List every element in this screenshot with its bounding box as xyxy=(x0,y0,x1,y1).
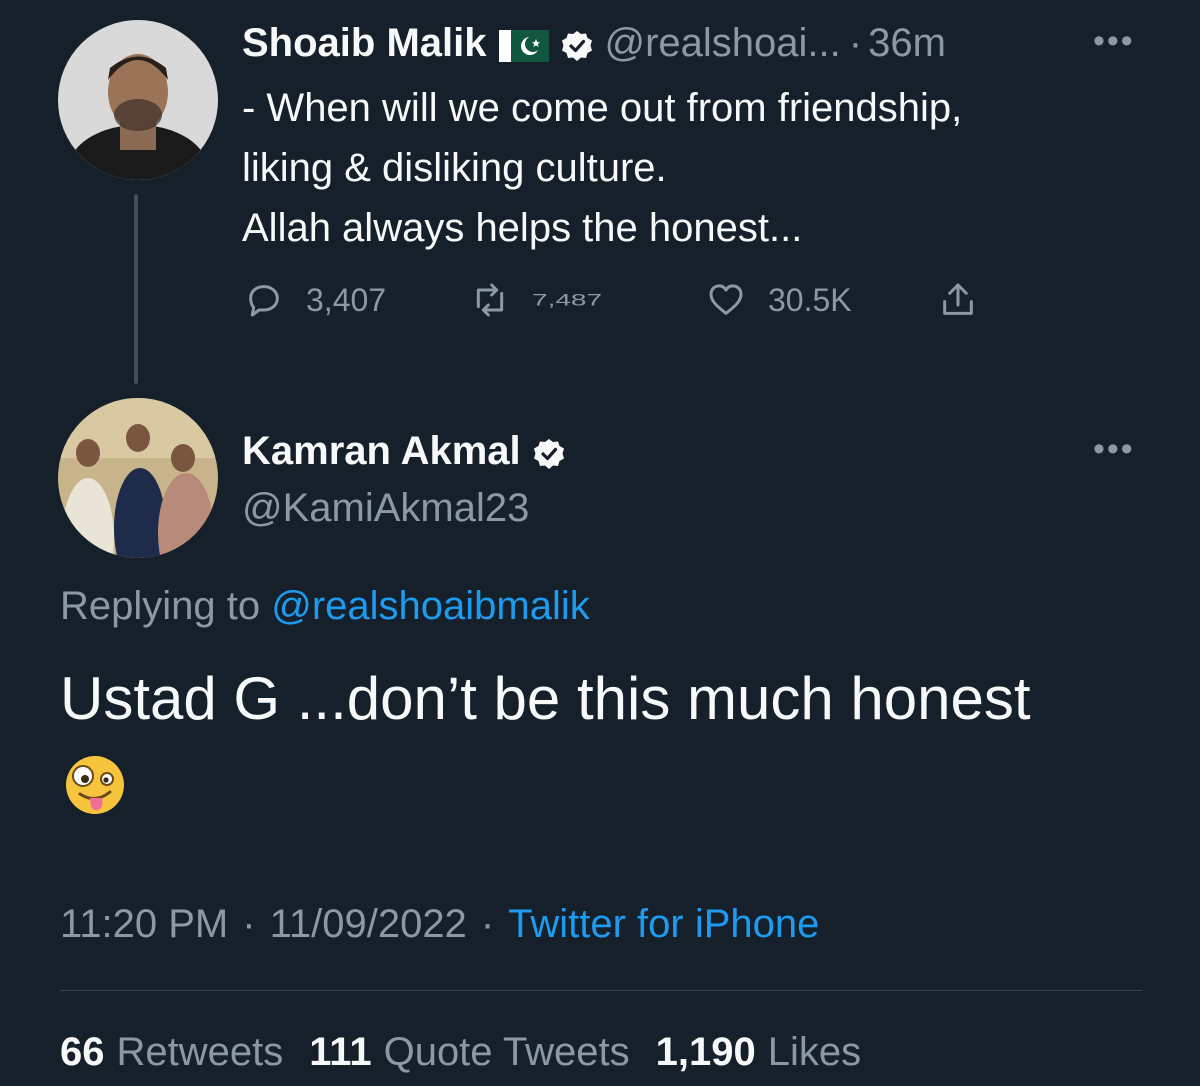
replying-handle-link[interactable]: @realshoaibmalik xyxy=(271,584,590,628)
meta-dot: · xyxy=(242,902,256,946)
tweet-date[interactable]: 11/09/2022 xyxy=(270,902,467,947)
tweet-line: Allah always helps the honest... xyxy=(242,206,803,250)
replying-to: Replying to @realshoaibmalik xyxy=(60,584,590,629)
retweet-count: 7,487 xyxy=(532,290,603,309)
shoaib-avatar[interactable] xyxy=(58,20,218,180)
tweet-timestamp[interactable]: 11:20 PM xyxy=(60,902,228,947)
reply-tweet-text: Ustad G ...don’t be this much honest xyxy=(60,665,1031,732)
retweet-icon xyxy=(476,283,504,317)
verified-badge-icon xyxy=(561,27,593,61)
reply-more-icon[interactable]: ••• xyxy=(1093,430,1135,469)
tweet-line: - When will we come out from friendship, xyxy=(242,86,963,130)
original-tweet-text: - When will we come out from friendship,… xyxy=(242,78,962,258)
reply-author-handle[interactable]: @KamiAkmal23 xyxy=(242,486,529,531)
pakistan-flag-icon xyxy=(498,27,549,62)
stats-divider xyxy=(60,990,1142,991)
verified-badge-icon xyxy=(533,435,565,469)
thread-line xyxy=(134,194,138,384)
retweets-count[interactable]: 66 xyxy=(60,1030,105,1075)
share-action[interactable] xyxy=(938,280,978,320)
heart-icon xyxy=(709,284,743,315)
reply-author-name[interactable]: Kamran Akmal xyxy=(242,429,521,474)
kamran-avatar[interactable] xyxy=(58,398,218,558)
tweet-time[interactable]: 36m xyxy=(868,21,946,66)
reply-action[interactable]: 3,407 xyxy=(244,280,386,320)
replying-prefix: Replying to xyxy=(60,584,261,628)
original-tweet-header: Shoaib Malik @realshoai... · 36m xyxy=(242,18,946,68)
retweet-action[interactable]: 7,487 xyxy=(470,280,602,320)
zany-face-emoji-icon xyxy=(62,752,128,818)
tweet-stats: 66 Retweets 111 Quote Tweets 1,190 Likes xyxy=(60,1030,861,1075)
tweet-source-link[interactable]: Twitter for iPhone xyxy=(508,902,819,947)
author-name[interactable]: Shoaib Malik xyxy=(242,21,487,66)
retweets-label[interactable]: Retweets xyxy=(117,1030,284,1075)
reply-tweet-header: Kamran Akmal xyxy=(242,424,565,478)
separator-dot: · xyxy=(848,20,863,65)
author-handle[interactable]: @realshoai... xyxy=(605,21,841,66)
meta-dot: · xyxy=(480,902,495,946)
quote-tweets-count[interactable]: 111 xyxy=(309,1030,371,1075)
share-icon xyxy=(943,283,973,315)
reply-count: 3,407 xyxy=(306,281,387,318)
quote-tweets-label[interactable]: Quote Tweets xyxy=(384,1030,630,1075)
original-more-icon[interactable]: ••• xyxy=(1093,22,1135,61)
tweet-line: liking & disliking culture. xyxy=(242,146,667,190)
likes-label[interactable]: Likes xyxy=(768,1030,861,1075)
like-action[interactable]: 30.5K xyxy=(706,280,852,320)
tweet-meta: 11:20 PM · 11/09/2022 · Twitter for iPho… xyxy=(60,902,819,947)
like-count: 30.5K xyxy=(768,281,852,318)
reply-icon xyxy=(249,285,279,317)
likes-count[interactable]: 1,190 xyxy=(656,1030,756,1075)
